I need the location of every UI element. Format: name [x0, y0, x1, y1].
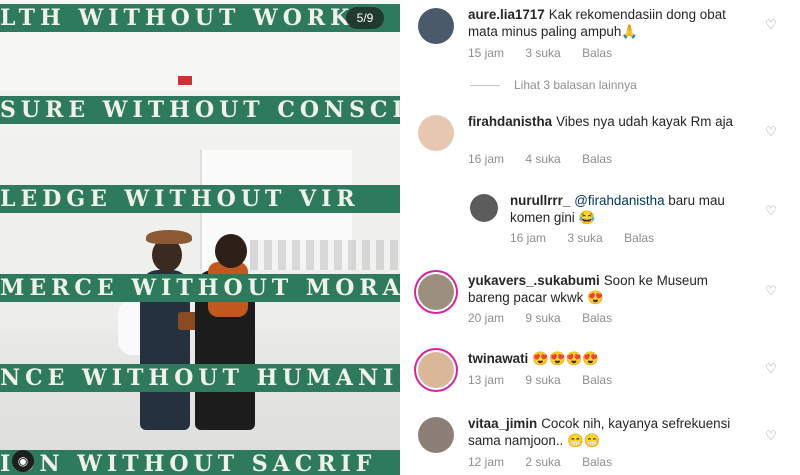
comment-likes[interactable]: 3 suka [525, 46, 560, 60]
heart-icon[interactable]: ♡ [764, 18, 778, 32]
comment-username[interactable]: firahdanistha [468, 114, 552, 129]
comment-time: 15 jam [468, 46, 505, 60]
text-band-3: LEDGE WITHOUT VIR [0, 185, 400, 213]
comment-meta: 16 jam 4 suka Balas [468, 152, 630, 166]
reply-button[interactable]: Balas [582, 455, 612, 469]
comment-time: 13 jam [468, 373, 505, 387]
reply-button[interactable]: Balas [582, 46, 612, 60]
reply-button[interactable]: Balas [624, 231, 654, 245]
bottle-display [250, 240, 400, 270]
text-band-5: NCE WITHOUT HUMANI [0, 364, 400, 392]
view-more-replies[interactable]: Lihat 3 balasan lainnya [470, 78, 637, 92]
comment-meta: 12 jam 2 suka Balas [468, 455, 630, 469]
person-left-hat [146, 230, 192, 244]
text-band-2: SURE WITHOUT CONSCIE [0, 96, 400, 124]
comment-text: Vibes nya udah kayak Rm aja [556, 114, 733, 129]
mention-link[interactable]: @firahdanistha [574, 193, 664, 208]
comment-likes[interactable]: 4 suka [525, 152, 560, 166]
user-tag-icon[interactable]: ◉ [12, 450, 34, 472]
comment-likes[interactable]: 3 suka [567, 231, 602, 245]
reply-button[interactable]: Balas [582, 152, 612, 166]
comment-likes[interactable]: 9 suka [525, 373, 560, 387]
avatar[interactable] [418, 8, 454, 44]
comment-meta: 15 jam 3 suka Balas [468, 46, 630, 60]
comment-text: 😍😍😍😍 [532, 351, 599, 366]
comment-likes[interactable]: 2 suka [525, 455, 560, 469]
person-right-head [215, 234, 247, 268]
comment-username[interactable]: vitaa_jimin [468, 416, 537, 431]
heart-icon[interactable]: ♡ [764, 204, 778, 218]
comments-panel[interactable]: aure.lia1717 Kak rekomendasiin dong obat … [410, 0, 800, 475]
avatar[interactable] [418, 274, 454, 310]
comment-time: 20 jam [468, 311, 505, 325]
photo-counter: 5/9 [346, 7, 384, 29]
heart-icon[interactable]: ♡ [764, 284, 778, 298]
comment-username[interactable]: nurullrrr_ [510, 193, 570, 208]
comment-likes[interactable]: 9 suka [525, 311, 560, 325]
comment-username[interactable]: yukavers_.sukabumi [468, 273, 600, 288]
text-band-6: ION WITHOUT SACRIF [0, 450, 400, 475]
avatar[interactable] [418, 352, 454, 388]
heart-icon[interactable]: ♡ [764, 125, 778, 139]
reply-button[interactable]: Balas [582, 373, 612, 387]
heart-icon[interactable]: ♡ [764, 429, 778, 443]
exit-sign [178, 76, 192, 85]
heart-icon[interactable]: ♡ [764, 362, 778, 376]
text-band-1: LTH WITHOUT WORK [0, 4, 400, 32]
comment-time: 12 jam [468, 455, 505, 469]
reply-button[interactable]: Balas [582, 311, 612, 325]
avatar[interactable] [418, 115, 454, 151]
comment-meta: 16 jam 3 suka Balas [510, 231, 672, 245]
post-photo[interactable]: LTH WITHOUT WORK SURE WITHOUT CONSCIE LE… [0, 0, 400, 475]
comment-meta: 20 jam 9 suka Balas [468, 311, 630, 325]
view-replies-label[interactable]: Lihat 3 balasan lainnya [514, 78, 637, 92]
avatar[interactable] [418, 417, 454, 453]
avatar[interactable] [470, 194, 498, 222]
comment-time: 16 jam [468, 152, 505, 166]
comment-meta: 13 jam 9 suka Balas [468, 373, 630, 387]
divider-line [470, 85, 500, 87]
text-band-4: MERCE WITHOUT MORAL [0, 274, 400, 302]
comment-username[interactable]: aure.lia1717 [468, 7, 545, 22]
comment-time: 16 jam [510, 231, 547, 245]
comment-username[interactable]: twinawati [468, 351, 528, 366]
